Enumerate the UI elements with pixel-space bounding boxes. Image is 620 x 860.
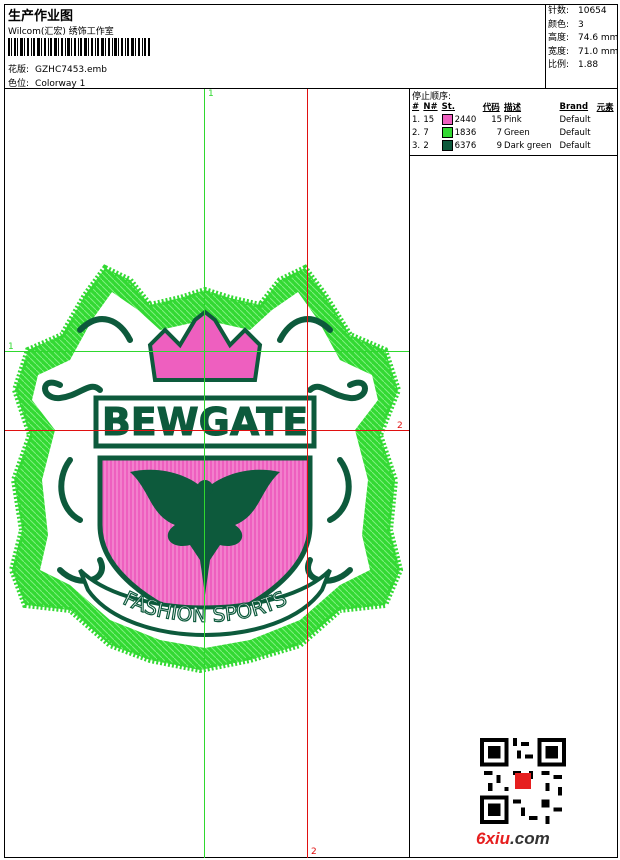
color-swatch-dark-green xyxy=(441,140,453,151)
stat-scale: 比例: 1.88 xyxy=(548,60,599,70)
color-swatch-pink xyxy=(441,114,453,125)
colorway-label: 色位: xyxy=(8,79,30,89)
stat-stitches: 针数: 10654 xyxy=(548,6,607,16)
stat-colors: 颜色: 3 xyxy=(548,19,584,30)
colorway-row: 色位: Colorway 1 xyxy=(8,76,91,89)
col-needle: N# xyxy=(423,102,438,112)
col-stitches: St. xyxy=(441,102,456,112)
color-sequence-table: # N# St. 代码 描述 Brand 元素 1. 15 2440 15 Pi… xyxy=(411,101,617,152)
table-row: 1. 15 2440 15 Pink Default xyxy=(412,114,591,125)
table-row: 3. 2 6376 9 Dark green Default xyxy=(412,140,591,151)
stat-height: 高度: 74.6 mm xyxy=(548,33,619,43)
col-desc: 描述 xyxy=(504,103,522,113)
color-swatch-green xyxy=(441,127,453,138)
stats-panel: 针数: 10654 颜色: 3 高度: 74.6 mm 宽度: 71.0 mm 比例: 1… xyxy=(548,5,618,73)
red-h-guide-label: 2 xyxy=(397,421,403,431)
embroidery-badge: BEWGATE FASHION SPORTS xyxy=(8,264,404,674)
design-label: 花版: xyxy=(8,65,30,75)
colorway-value: Colorway 1 xyxy=(35,79,86,89)
design-value: GZHC7453.emb xyxy=(35,65,108,75)
red-vertical-guide xyxy=(307,89,308,858)
red-v-guide-label: 2 xyxy=(311,847,317,857)
stat-width: 宽度: 71.0 mm xyxy=(548,46,619,57)
red-horizontal-guide xyxy=(5,430,409,431)
stats-divider xyxy=(545,4,546,88)
green-h-guide-label: 1 xyxy=(8,342,14,352)
col-brand: Brand xyxy=(559,102,589,112)
col-element: 元素 xyxy=(596,103,614,113)
header-bottom-line xyxy=(4,88,618,89)
green-v-guide-label: 1 xyxy=(208,89,214,99)
table-header-row: # N# St. 代码 描述 Brand 元素 xyxy=(411,101,617,113)
col-order: # xyxy=(412,102,420,112)
table-bottom-line xyxy=(409,155,618,156)
watermark-brand: 6xiu.com xyxy=(476,829,550,848)
barcode xyxy=(8,38,150,56)
col-code: 代码 xyxy=(482,103,500,113)
design-row: 花版: GZHC7453.emb xyxy=(8,62,113,75)
badge-top-text: BEWGATE xyxy=(102,400,308,444)
table-row: 2. 7 1836 7 Green Default xyxy=(412,127,591,138)
company-name: Wilcom(汇宏) 绣饰工作室 xyxy=(8,27,114,37)
green-horizontal-guide xyxy=(5,351,409,352)
page-title: 生产作业图 xyxy=(8,9,74,24)
green-vertical-guide xyxy=(204,89,205,858)
qr-code xyxy=(480,738,566,824)
